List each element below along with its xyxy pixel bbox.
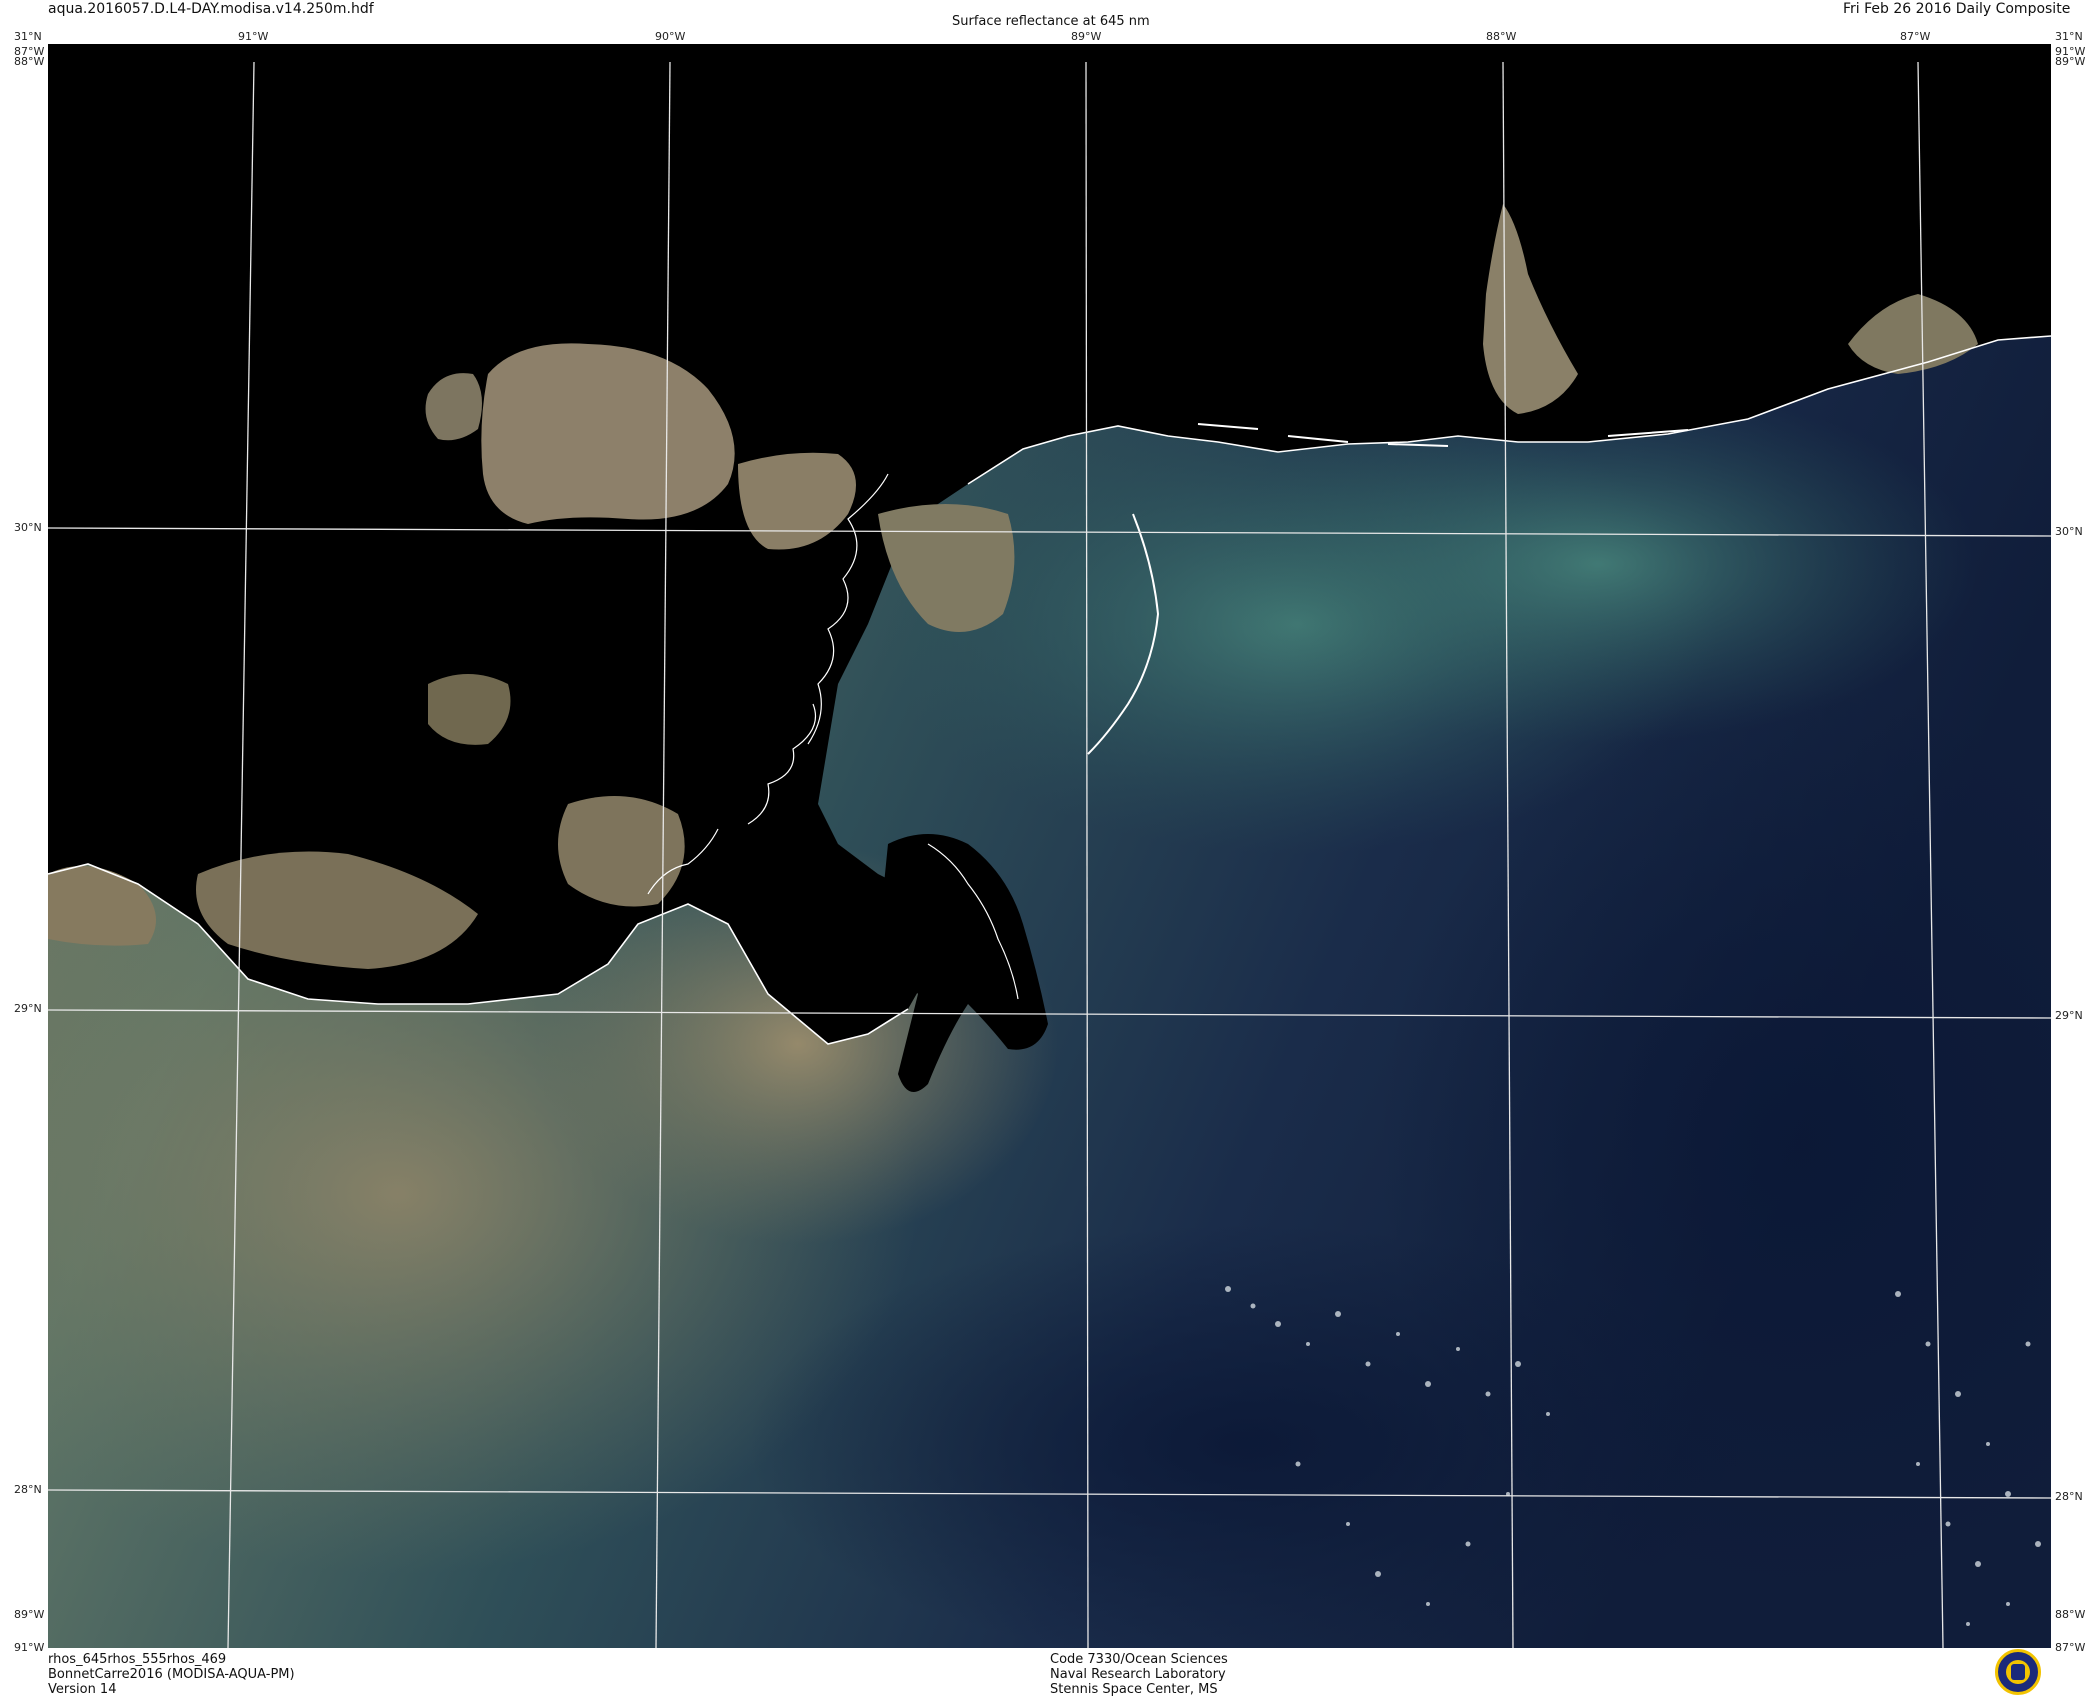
lon-label-90w: 90°W [655,30,686,43]
lon-label-88w: 88°W [1486,30,1517,43]
corner-top-right-lat: 31°N [2055,30,2083,43]
lat-label-28n-right: 28°N [2055,1490,2083,1503]
org-code: Code 7330/Ocean Sciences [1050,1652,1228,1667]
lon-label-87w: 87°W [1900,30,1931,43]
map-title: Surface reflectance at 645 nm [952,14,1150,29]
lon-label-89w: 89°W [1071,30,1102,43]
corner-bottom-left-lon-b: 91°W [14,1641,45,1654]
lat-label-28n-left: 28°N [14,1483,42,1496]
composite-date: Fri Feb 26 2016 Daily Composite [1843,1,2071,17]
corner-top-right-lon-b: 89°W [2055,55,2086,68]
corner-bottom-left-lon-a: 89°W [14,1608,45,1621]
org-location: Stennis Space Center, MS [1050,1682,1218,1697]
file-name: aqua.2016057.D.L4-DAY.modisa.v14.250m.hd… [48,1,374,17]
product-bands: rhos_645rhos_555rhos_469 [48,1652,227,1667]
corner-bottom-right-lon-b: 87°W [2055,1641,2086,1654]
lat-label-29n-left: 29°N [14,1002,42,1015]
deep-water-south [748,1224,1748,1648]
lat-label-30n-left: 30°N [14,521,42,534]
project-name: BonnetCarre2016 (MODISA-AQUA-PM) [48,1667,295,1682]
org-name: Naval Research Laboratory [1050,1667,1226,1682]
corner-top-left-lat: 31°N [14,30,42,43]
lat-label-30n-right: 30°N [2055,525,2083,538]
lon-label-91w: 91°W [238,30,269,43]
nrl-seal-icon [1995,1649,2041,1695]
lat-label-29n-right: 29°N [2055,1009,2083,1022]
barataria-bay [558,796,685,907]
corner-top-left-lon-b: 88°W [14,55,45,68]
corner-bottom-right-lon-a: 88°W [2055,1608,2086,1621]
version: Version 14 [48,1682,117,1697]
satellite-map[interactable] [48,44,2051,1648]
